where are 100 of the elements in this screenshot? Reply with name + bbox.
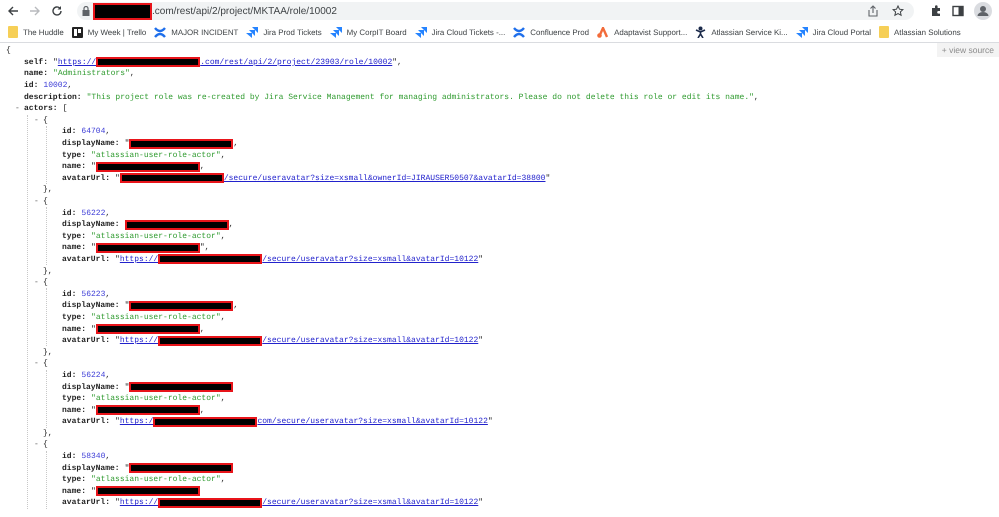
url-link[interactable]: /secure/useravatar?size=xsmall&avatarId=10122 (262, 336, 478, 346)
json-key: id: (62, 127, 76, 136)
star-icon[interactable] (892, 5, 904, 17)
json-bracket: }, (43, 185, 53, 194)
json-bracket: }, (43, 428, 53, 438)
json-punctuation: , (754, 92, 759, 102)
number-value: 64704 (81, 127, 106, 136)
address-bar[interactable]: .com/rest/api/2/project/MKTAA/role/10002 (77, 2, 914, 20)
json-bracket: { (6, 46, 11, 56)
json-key: description: (24, 92, 82, 102)
url-link[interactable]: https:// (120, 254, 158, 264)
json-key: id: (62, 208, 76, 218)
arrows-icon (330, 26, 342, 38)
json-key: avatarUrl: (62, 336, 110, 346)
json-punctuation: , (233, 139, 238, 148)
json-key: displayName: (62, 301, 120, 310)
json-punctuation: " (115, 174, 120, 183)
json-punctuation: , (220, 475, 226, 484)
board-icon (72, 26, 83, 38)
folder-icon (8, 26, 18, 38)
share-icon[interactable] (867, 5, 879, 17)
json-key: displayName: (62, 220, 120, 230)
json-punctuation: " (124, 464, 130, 473)
url-link[interactable]: /secure/useravatar?size=xsmall&avatarId=10122 (262, 498, 478, 508)
json-punctuation: , (200, 162, 205, 172)
json-key: displayName: (62, 464, 120, 473)
collapse-toggle[interactable]: - (34, 278, 43, 288)
url-link[interactable]: /secure/useravatar?size=xsmall&ownerId=JIRAUSER50507&avatarId=38800 (224, 174, 546, 183)
collapse-toggle[interactable]: - (34, 440, 43, 450)
json-key: actors: (24, 104, 58, 114)
url-link[interactable]: com/secure/useravatar?size=xsmall&avatarId=10122 (257, 417, 488, 426)
avatar-icon[interactable] (974, 2, 992, 20)
url-link[interactable]: https:/ (120, 417, 154, 426)
number-value: 56223 (81, 290, 106, 299)
json-key: type: (62, 394, 86, 404)
json-bracket: { (43, 116, 48, 125)
json-key: id: (62, 370, 76, 380)
collapse-toggle[interactable]: - (34, 359, 43, 368)
json-punctuation: , (233, 301, 238, 310)
puzzle-icon[interactable] (930, 5, 942, 17)
json-punctuation: , (105, 127, 110, 136)
json-key: type: (62, 232, 86, 241)
string-value: "atlassian-user-role-actor" (91, 232, 221, 241)
json-bracket: }, (43, 266, 53, 276)
json-key: type: (62, 150, 86, 160)
number-value: 58340 (81, 452, 106, 462)
json-bracket: [ (62, 104, 68, 114)
json-punctuation: " (91, 324, 96, 334)
json-punctuation: , (200, 406, 205, 415)
url-link[interactable]: https:// (120, 498, 158, 508)
json-key: avatarUrl: (62, 498, 110, 508)
string-value: "atlassian-user-role-actor" (91, 312, 221, 322)
string-value: "atlassian-user-role-actor" (91, 150, 221, 160)
reload-icon[interactable] (51, 5, 63, 17)
json-punctuation: " (91, 162, 96, 172)
collapse-toggle[interactable]: - (34, 197, 43, 206)
dots-icon (597, 26, 610, 38)
json-bracket: { (43, 197, 48, 206)
back-arrow-icon[interactable] (7, 5, 19, 17)
url-link[interactable]: https:// (120, 336, 158, 346)
url-link[interactable]: https:// (58, 58, 96, 67)
number-value: 56222 (81, 208, 106, 218)
url-text: .com/rest/api/2/project/MKTAA/role/10002 (152, 6, 337, 16)
json-key: id: (24, 81, 38, 90)
cross-icon (154, 26, 166, 38)
json-key: type: (62, 312, 86, 322)
json-key: displayName: (62, 382, 120, 392)
url-link[interactable]: /secure/useravatar?size=xsmall&avatarId=10122 (262, 254, 478, 264)
json-key: avatarUrl: (62, 254, 110, 264)
json-key: name: (62, 486, 86, 496)
collapse-toggle[interactable]: - (34, 116, 43, 125)
url-link[interactable]: .com/rest/api/2/project/23903/role/10002 (200, 58, 392, 67)
side-panel-icon[interactable] (952, 5, 964, 17)
folder-icon (878, 26, 889, 38)
json-punctuation: " (488, 417, 493, 426)
json-punctuation: , (105, 208, 110, 218)
string-value: "atlassian-user-role-actor" (91, 394, 221, 404)
json-punctuation: " (91, 486, 96, 496)
json-punctuation: , (220, 394, 226, 404)
json-punctuation: " (91, 243, 96, 252)
json-punctuation: , (105, 370, 110, 380)
json-key: type: (62, 475, 86, 484)
number-value: 10002 (43, 81, 68, 90)
json-punctuation: " (115, 254, 120, 264)
json-bracket: { (43, 359, 48, 368)
json-bracket: { (43, 278, 48, 288)
json-punctuation: " (478, 254, 484, 264)
string-value: "atlassian-user-role-actor" (91, 475, 221, 484)
cross-icon (513, 26, 526, 38)
string-value: "Administrators" (53, 69, 130, 78)
json-punctuation: , (105, 290, 110, 299)
string-value: "This project role was re-created by Jira Service Management for managing administrators. Please do not delete this role or edit its name." (86, 92, 754, 102)
json-key: name: (62, 243, 86, 252)
json-punctuation: " (124, 301, 130, 310)
collapse-toggle[interactable]: - (15, 104, 24, 114)
json-punctuation: " (124, 382, 130, 392)
json-punctuation: , (220, 232, 226, 241)
json-key: name: (62, 324, 86, 334)
json-punctuation: , (220, 312, 226, 322)
json-punctuation: ", (200, 243, 210, 252)
